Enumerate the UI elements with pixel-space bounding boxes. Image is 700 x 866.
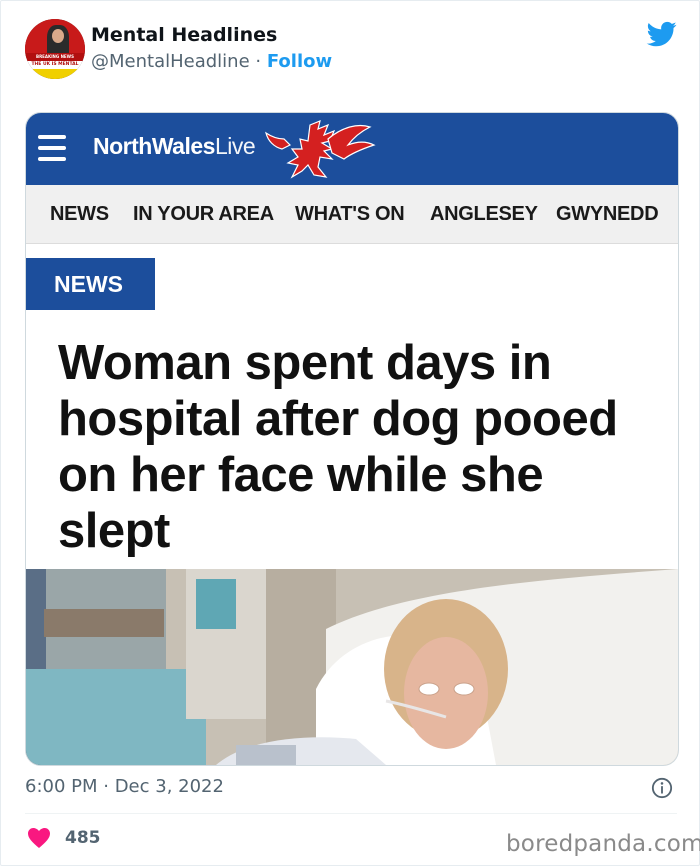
site-name-bold: NorthWales (93, 133, 215, 159)
nav-item-gwynedd[interactable]: GWYNEDD (556, 203, 659, 226)
footer-divider (25, 813, 677, 814)
avatar-tagline-text: THE UK IS MENTAL (25, 61, 85, 69)
site-name-light: Live (214, 133, 256, 159)
like-count[interactable]: 485 (65, 828, 101, 848)
nav-item-news[interactable]: NEWS (50, 203, 109, 226)
author-handle[interactable]: @MentalHeadline (91, 51, 250, 72)
nav-item-in-your-area[interactable]: IN YOUR AREA (133, 203, 274, 226)
site-nav: NEWS IN YOUR AREA WHAT'S ON ANGLESEY GWY… (26, 185, 678, 244)
separator-dot: · (255, 51, 262, 72)
watermark: boredpanda.com (506, 831, 700, 857)
nav-item-whats-on[interactable]: WHAT'S ON (295, 203, 405, 226)
heart-icon[interactable] (27, 827, 51, 849)
follow-button[interactable]: Follow (267, 51, 332, 72)
twitter-bird-icon[interactable] (645, 19, 679, 49)
avatar-breaking-text: BREAKING NEWS (25, 53, 85, 61)
hamburger-menu-icon[interactable] (38, 135, 66, 161)
welsh-dragon-icon (265, 120, 376, 179)
author-name[interactable]: Mental Headlines (91, 24, 277, 46)
embedded-article[interactable]: NorthWalesLive NEWS IN YOUR AREA WHAT'S … (25, 112, 679, 766)
section-badge[interactable]: NEWS (26, 258, 155, 310)
info-icon[interactable] (651, 777, 673, 799)
nav-item-anglesey[interactable]: ANGLESEY (430, 203, 538, 226)
article-headline[interactable]: Woman spent days in hospital after dog p… (58, 335, 658, 559)
article-photo (26, 569, 678, 765)
tweet-card: BREAKING NEWS THE UK IS MENTAL Mental He… (0, 0, 700, 866)
tweet-timestamp[interactable]: 6:00 PM · Dec 3, 2022 (25, 776, 224, 797)
site-logo[interactable]: NorthWalesLive (93, 133, 256, 160)
author-handle-row: @MentalHeadline · Follow (91, 51, 332, 72)
author-avatar[interactable]: BREAKING NEWS THE UK IS MENTAL (25, 19, 85, 79)
site-header: NorthWalesLive (26, 113, 678, 185)
